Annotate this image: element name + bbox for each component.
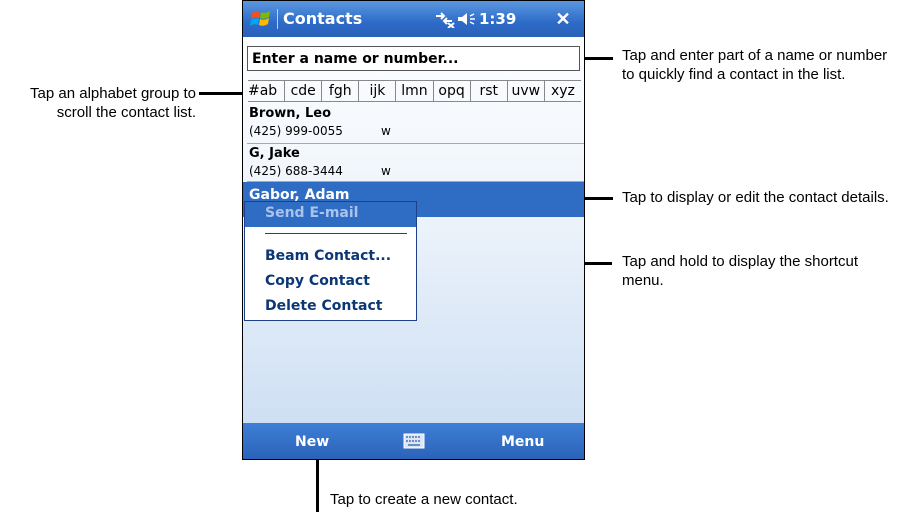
title-separator: [277, 9, 278, 29]
callout-contact: Tap to display or edit the contact detai…: [622, 189, 889, 206]
contact-phone: (425) 688-3444: [249, 164, 343, 178]
callout-search: Tap and enter part of a name or number t…: [622, 47, 888, 83]
contact-phone-type: w: [381, 164, 391, 178]
callout-new: Tap to create a new contact.: [330, 491, 518, 508]
alpha-group-fgh[interactable]: fgh: [321, 81, 358, 101]
device-screen: Contacts 1:39 ✕ #ab cde fgh ijk lmn opq …: [242, 0, 585, 460]
callout-alphabet-line: [199, 92, 245, 95]
alpha-group-xyz[interactable]: xyz: [543, 81, 581, 101]
keyboard-icon[interactable]: [403, 433, 425, 449]
alphabet-bar: #ab cde fgh ijk lmn opq rst uvw xyz: [248, 80, 581, 102]
app-title: Contacts: [283, 9, 363, 28]
new-button[interactable]: New: [295, 434, 329, 450]
menu-item-delete-contact[interactable]: Delete Contact: [265, 298, 382, 314]
contact-row[interactable]: Brown, Leo (425) 999-0055 w: [247, 104, 584, 142]
menu-separator: [265, 233, 407, 234]
callout-shortcut: Tap and hold to display the shortcut men…: [622, 253, 858, 289]
contact-name: Brown, Leo: [249, 106, 332, 121]
alpha-group-uvw[interactable]: uvw: [506, 81, 544, 101]
close-icon[interactable]: ✕: [552, 9, 574, 29]
volume-icon[interactable]: [457, 11, 477, 27]
menu-item-copy-contact[interactable]: Copy Contact: [265, 273, 370, 289]
alpha-group-ijk[interactable]: ijk: [358, 81, 395, 101]
title-bar: Contacts 1:39 ✕: [243, 1, 584, 37]
context-menu: Send E-mail Beam Contact... Copy Contact…: [244, 201, 417, 321]
menu-item-beam-contact[interactable]: Beam Contact...: [265, 248, 391, 264]
contact-phone-type: w: [381, 124, 391, 138]
menu-item-send-email: Send E-mail: [245, 202, 416, 227]
contact-name: G, Jake: [249, 146, 300, 161]
alpha-group-rst[interactable]: rst: [469, 81, 507, 101]
search-input[interactable]: [248, 47, 584, 70]
alpha-group-ab[interactable]: #ab: [248, 81, 284, 101]
menu-button[interactable]: Menu: [501, 434, 544, 450]
alpha-group-lmn[interactable]: lmn: [395, 81, 432, 101]
windows-logo-icon[interactable]: [249, 7, 273, 31]
contact-phone: (425) 999-0055: [249, 124, 343, 138]
alpha-group-cde[interactable]: cde: [284, 81, 321, 101]
alpha-group-opq[interactable]: opq: [432, 81, 470, 101]
softkey-bar: New Menu: [243, 423, 584, 459]
menu-item-label: Send E-mail: [265, 205, 359, 221]
connectivity-icon[interactable]: [433, 10, 455, 28]
callout-alphabet: Tap an alphabet group to scroll the cont…: [30, 85, 196, 121]
contact-row[interactable]: G, Jake (425) 688-3444 w: [247, 144, 584, 182]
search-box[interactable]: [247, 46, 584, 71]
clock-time[interactable]: 1:39: [479, 10, 516, 28]
